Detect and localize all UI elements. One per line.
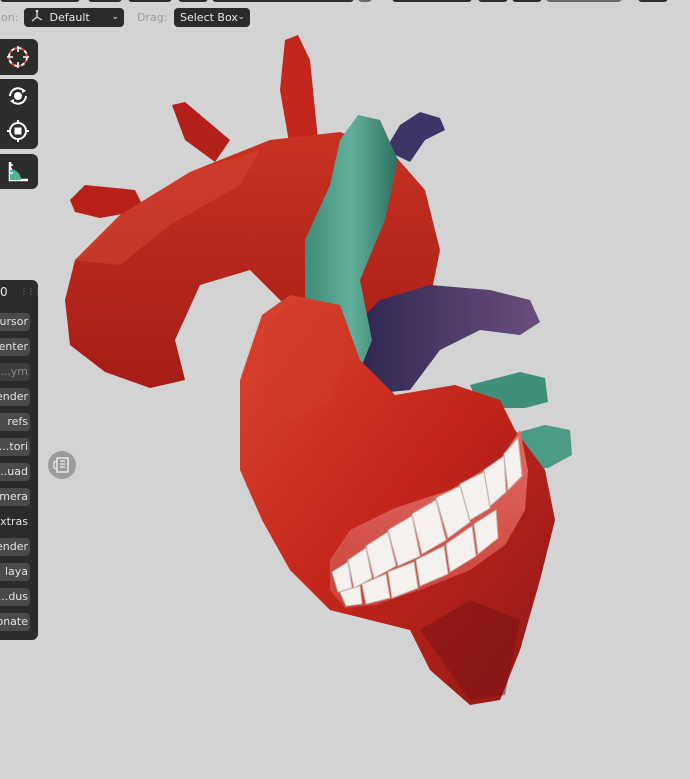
panel-header[interactable]: 0 ⋮⋮⋮ — [0, 284, 38, 302]
header-tab-stub[interactable] — [358, 0, 372, 2]
rotate-icon — [9, 87, 27, 105]
measure-tool-button[interactable] — [0, 154, 36, 188]
header-tab-stub[interactable] — [212, 0, 354, 2]
panel-button[interactable]: onate — [0, 613, 30, 631]
cursor-tool-button[interactable] — [0, 40, 36, 74]
panel-button[interactable]: ender — [0, 538, 30, 556]
orientation-dropdown[interactable]: Default ⌄ — [24, 8, 124, 27]
header-tab-stub[interactable] — [546, 0, 622, 2]
orientation-axes-icon — [30, 8, 46, 27]
header-tab-stub[interactable] — [512, 0, 542, 2]
cursor-icon — [7, 46, 29, 68]
nav-gizmo-button[interactable] — [48, 451, 76, 479]
branch-mid — [172, 102, 230, 162]
rotate-tool-button[interactable] — [0, 79, 36, 113]
header-tab-stub[interactable] — [178, 0, 208, 2]
transform-tool-group — [0, 79, 38, 149]
cursor-tool-group — [0, 39, 38, 75]
panel-button[interactable]: laya — [0, 563, 30, 581]
header-tab-stub[interactable] — [128, 0, 172, 2]
header-tab-stub[interactable] — [88, 0, 122, 2]
measure-tool-group — [0, 154, 38, 189]
viewport-header: ion: Default ⌄ Drag: Select Box ⌄ — [0, 0, 690, 30]
orientation-value: Default — [49, 11, 90, 24]
panel-button[interactable]: tori... — [0, 438, 30, 456]
header-tab-stub[interactable] — [478, 0, 508, 2]
panel-button: xtras — [0, 515, 28, 528]
panel-tab-number: 0 — [0, 285, 8, 299]
panel-button[interactable]: ender — [0, 388, 30, 406]
measure-icon — [8, 162, 28, 182]
camera-grid-icon — [53, 457, 69, 473]
scale-icon — [7, 120, 29, 142]
drag-label: Drag: — [137, 11, 168, 24]
branch-top — [280, 35, 318, 148]
chevron-down-icon: ⌄ — [111, 12, 119, 22]
header-tab-stub[interactable] — [638, 0, 668, 2]
chevron-down-icon: ⌄ — [237, 12, 245, 22]
orientation-label: ion: — [0, 11, 19, 24]
header-tab-stub[interactable] — [392, 0, 472, 2]
panel-button[interactable]: dus... — [0, 588, 30, 606]
panel-button[interactable]: uad... — [0, 463, 30, 481]
panel-button[interactable]: mera — [0, 488, 30, 506]
panel-button[interactable]: enter — [0, 338, 30, 356]
scale-tool-button[interactable] — [0, 114, 36, 148]
drag-dropdown[interactable]: Select Box ⌄ — [174, 8, 250, 27]
side-panel: 0 ⋮⋮⋮ ursor enter ym... ender refs tori... uad… — [0, 280, 38, 640]
panel-button[interactable]: ursor — [0, 313, 30, 331]
drag-grip-icon[interactable]: ⋮⋮⋮ — [20, 287, 38, 296]
panel-button[interactable]: refs — [0, 413, 30, 431]
panel-button: ym... — [0, 363, 30, 381]
3d-viewport[interactable]: ion: Default ⌄ Drag: Select Box ⌄ 0 ⋮⋮⋮ … — [0, 0, 690, 779]
drag-value: Select Box — [180, 11, 238, 24]
header-tab-stub[interactable] — [0, 0, 80, 2]
heart-model[interactable] — [0, 0, 690, 779]
